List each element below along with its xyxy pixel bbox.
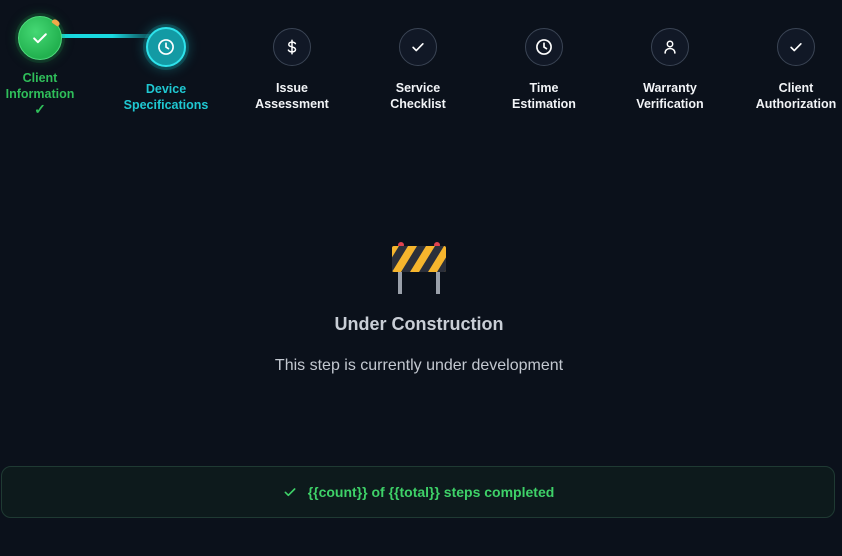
clock-icon: [158, 39, 174, 55]
step-label: Time Estimation: [512, 81, 576, 111]
step-circle[interactable]: [651, 28, 689, 66]
step-circle[interactable]: [399, 28, 437, 66]
step-client-authorization[interactable]: Client Authorization: [748, 28, 842, 112]
step-label: Client Information: [5, 71, 75, 101]
status-dot: [51, 18, 61, 27]
step-content: Under Construction This step is currentl…: [0, 236, 838, 375]
check-icon: [412, 43, 424, 52]
content-message: This step is currently under development: [274, 357, 564, 374]
step-circle[interactable]: [777, 28, 815, 66]
step-active-circle[interactable]: [146, 27, 186, 67]
step-time-estimation[interactable]: Time Estimation: [496, 28, 592, 112]
user-icon: [664, 40, 676, 54]
step-circle[interactable]: [273, 28, 311, 66]
clock-icon: [536, 39, 552, 55]
completed-check-mark: ✓: [34, 101, 46, 117]
step-label: Issue Assessment: [255, 81, 329, 111]
check-icon: [282, 484, 298, 500]
step-device-specifications[interactable]: Device Specifications: [118, 27, 214, 113]
step-label: Warranty Verification: [636, 81, 704, 111]
progress-stepper: Client Information ✓ Device Specificatio…: [0, 0, 842, 130]
step-label: Service Checklist: [390, 81, 446, 111]
step-warranty-verification[interactable]: Warranty Verification: [622, 28, 718, 112]
step-issue-assessment[interactable]: Issue Assessment: [244, 28, 340, 112]
progress-summary-text: {{count}} of {{total}} steps completed: [307, 484, 555, 500]
step-circle[interactable]: [525, 28, 563, 66]
step-client-information[interactable]: Client Information ✓: [0, 16, 88, 116]
step-label: Client Authorization: [755, 81, 837, 111]
check-icon: [33, 33, 47, 44]
construction-barrier-icon: [392, 242, 446, 294]
step-completed-circle[interactable]: [18, 16, 62, 60]
dollar-icon: [287, 39, 297, 55]
step-service-checklist[interactable]: Service Checklist: [370, 28, 466, 112]
check-icon: [790, 43, 802, 52]
progress-summary-banner: {{count}} of {{total}} steps completed: [1, 466, 835, 518]
content-title: Under Construction: [334, 314, 504, 334]
step-label: Device Specifications: [123, 82, 209, 112]
